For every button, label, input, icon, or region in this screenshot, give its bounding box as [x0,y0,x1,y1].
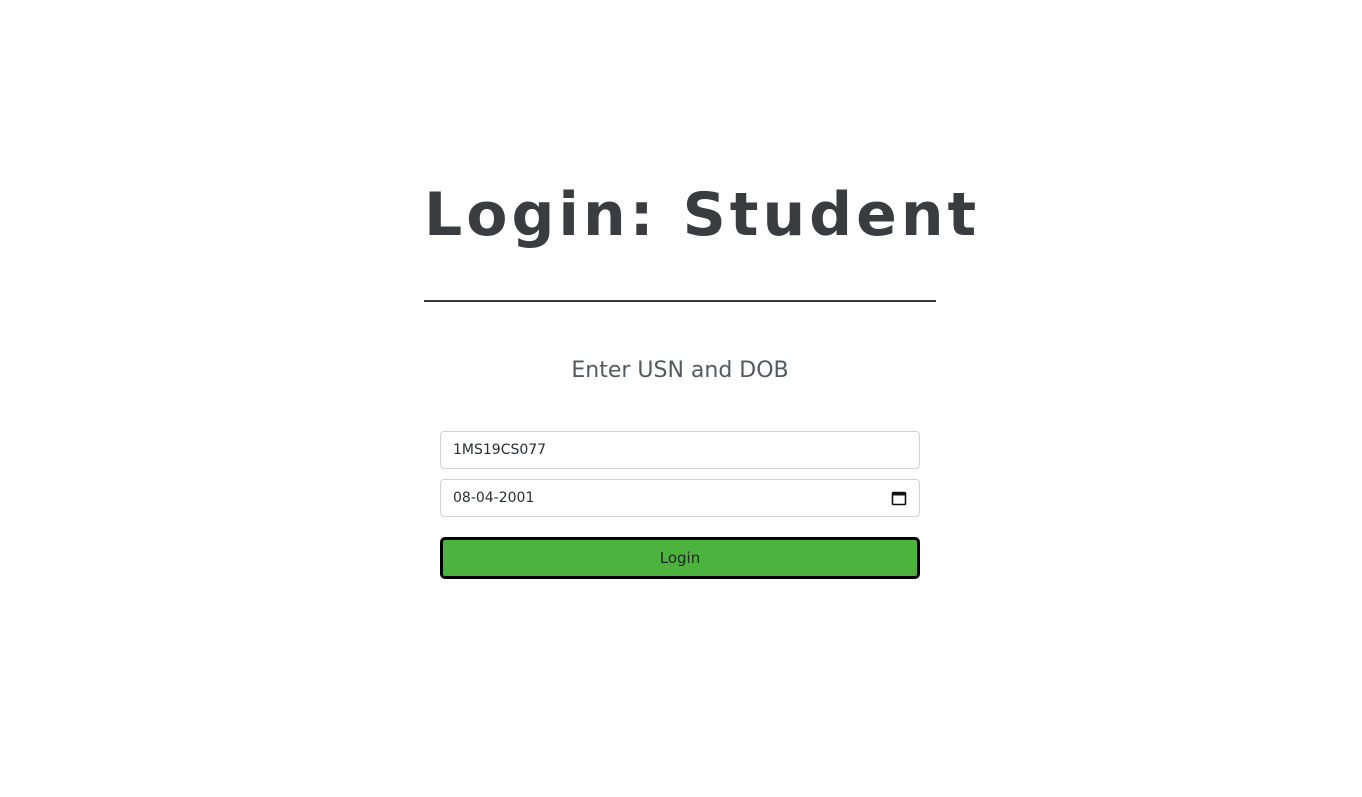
usn-input-value: 1MS19CS077 [453,442,547,458]
usn-input[interactable]: 1MS19CS077 [440,431,920,469]
dob-input-value: 08-04-2001 [453,490,535,506]
calendar-icon[interactable] [891,490,907,506]
login-page: Login: Student Enter USN and DOB 1MS19CS… [0,0,1362,797]
title-divider [424,300,936,302]
form-instruction: Enter USN and DOB [571,358,789,383]
page-title: Login: Student [424,180,981,250]
login-button[interactable]: Login [440,537,920,579]
dob-date-input[interactable]: 08-04-2001 [440,479,920,517]
login-button-label: Login [659,549,701,567]
